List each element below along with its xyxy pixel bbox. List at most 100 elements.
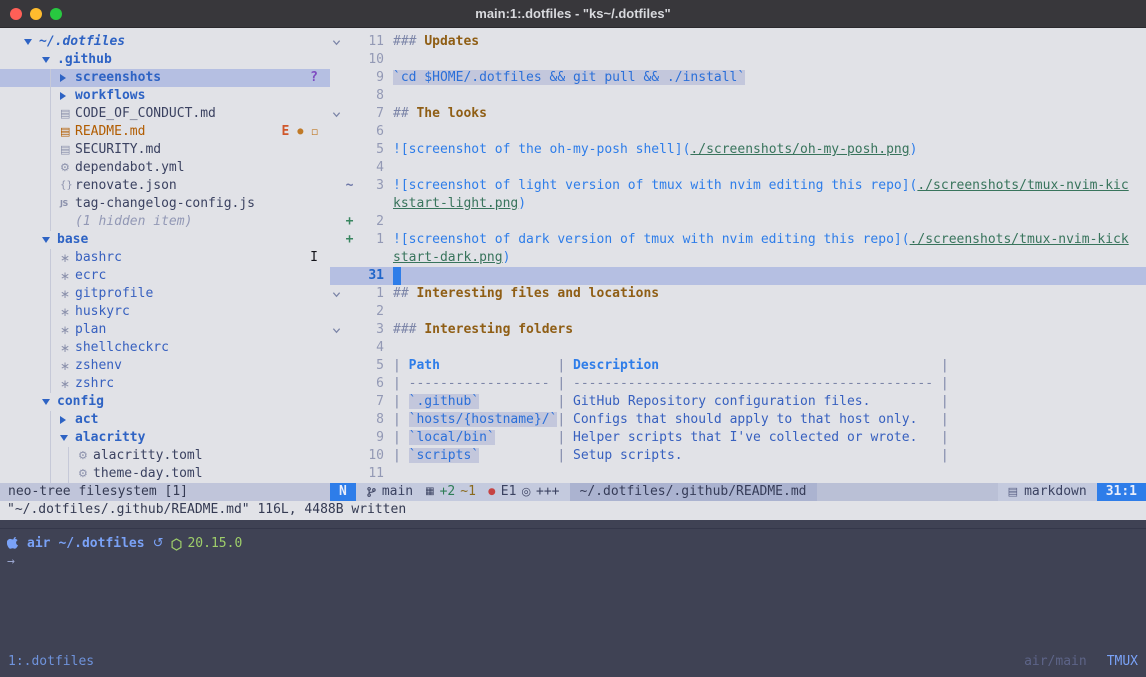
apple-icon xyxy=(7,537,19,551)
indent-guide xyxy=(68,447,69,483)
fold-column xyxy=(330,339,343,357)
tree-item-label: screenshots xyxy=(75,69,161,87)
tmux-session-name: air/main xyxy=(1024,652,1087,672)
syntax-p: | xyxy=(683,448,949,463)
editor-line[interactable]: 3### Interesting folders xyxy=(330,321,1146,339)
editor-line[interactable]: +1![screenshot of dark version of tmux w… xyxy=(330,231,1146,249)
shell-file-icon: ∗ xyxy=(60,321,75,339)
sign-column xyxy=(343,195,356,213)
syntax-p: | xyxy=(393,358,409,373)
syntax-p: | xyxy=(393,430,409,445)
indent-guide xyxy=(50,411,51,483)
toml-file-icon: ⚙ xyxy=(78,447,93,465)
editor-line[interactable]: 5| Path | Description | xyxy=(330,357,1146,375)
editor-text: | Path | Description | xyxy=(384,357,949,375)
syntax-u: ./screenshots/tmux-nvim-kick xyxy=(910,232,1129,247)
editor-line[interactable]: +2 xyxy=(330,213,1146,231)
editor-line[interactable]: 6| ------------------ | ----------------… xyxy=(330,375,1146,393)
sign-column xyxy=(343,303,356,321)
editor-text: ### Interesting folders xyxy=(384,321,573,339)
editor-line[interactable]: 9`cd $HOME/.dotfiles && git pull && ./in… xyxy=(330,69,1146,87)
toml-file-icon: ⚙ xyxy=(78,465,93,483)
editor-line[interactable]: 8| `hosts/{hostname}/`| Configs that sho… xyxy=(330,411,1146,429)
syntax-h: Interesting folders xyxy=(424,322,573,337)
tree-item-label: zshenv xyxy=(75,357,122,375)
editor-line[interactable]: 31 xyxy=(330,267,1146,285)
prompt-arrow[interactable]: → xyxy=(7,553,15,571)
fold-chevron-icon xyxy=(330,321,343,339)
shell-pane: air ~/.dotfiles ↺ 20.15.0 → 1:.dotfiles … xyxy=(0,520,1146,677)
fold-column xyxy=(330,213,343,231)
editor-text: | ------------------ | -----------------… xyxy=(384,375,949,393)
editor-line[interactable]: 6 xyxy=(330,123,1146,141)
folder-collapsed-icon xyxy=(60,92,75,100)
statusline-filepath: ~/.dotfiles/.github/README.md xyxy=(570,483,817,501)
diff-added: +2 xyxy=(440,483,456,501)
sign-column xyxy=(343,159,356,177)
editor-line[interactable]: 7| `.github` | GitHub Repository configu… xyxy=(330,393,1146,411)
editor-text xyxy=(384,123,393,141)
close-button[interactable] xyxy=(10,8,22,20)
statusline-info: main ▦ +2 ~1 ● E1 ◎ +++ xyxy=(356,483,570,501)
line-number xyxy=(356,249,384,267)
node-version: 20.15.0 xyxy=(187,535,242,553)
tree-item-github[interactable]: .github xyxy=(0,51,330,69)
sign-column xyxy=(343,465,356,483)
syntax-p: ## xyxy=(393,286,416,301)
sign-column xyxy=(343,267,356,285)
fold-column xyxy=(330,51,343,69)
editor-line[interactable]: ~3![screenshot of light version of tmux … xyxy=(330,177,1146,195)
editor-line[interactable]: 8 xyxy=(330,87,1146,105)
syntax-p: | xyxy=(917,412,948,427)
editor-buffer[interactable]: 11### Updates 10 9`cd $HOME/.dotfiles &&… xyxy=(330,33,1146,483)
editor-text: | `scripts` | Setup scripts. | xyxy=(384,447,949,465)
syntax-h: Updates xyxy=(424,34,479,49)
error-icon: ● xyxy=(488,483,496,501)
sign-column xyxy=(343,87,356,105)
tree-item-dotfiles[interactable]: ~/.dotfiles xyxy=(0,33,330,51)
syntax-p: | xyxy=(479,448,573,463)
folder-expanded-icon xyxy=(60,435,75,441)
syntax-c: `scripts` xyxy=(409,448,479,463)
fold-column xyxy=(330,177,343,195)
line-number: 7 xyxy=(356,105,384,123)
fold-column xyxy=(330,141,343,159)
fold-chevron-icon xyxy=(330,33,343,51)
editor-line[interactable]: 11### Updates xyxy=(330,33,1146,51)
syntax-l: ) xyxy=(518,196,526,211)
editor-line[interactable]: 7## The looks xyxy=(330,105,1146,123)
editor-line[interactable]: 4 xyxy=(330,339,1146,357)
syntax-u: start-dark.png xyxy=(393,250,503,265)
fold-column xyxy=(330,123,343,141)
editor-text: | `local/bin` | Helper scripts that I've… xyxy=(384,429,949,447)
editor-line[interactable]: 5![screenshot of the oh-my-posh shell](.… xyxy=(330,141,1146,159)
editor-line[interactable]: 10| `scripts` | Setup scripts. | xyxy=(330,447,1146,465)
editor-line[interactable]: 11 xyxy=(330,465,1146,483)
syntax-l: ) xyxy=(910,142,918,157)
tree-item-label: gitprofile xyxy=(75,285,153,303)
syntax-u: ./screenshots/oh-my-posh.png xyxy=(690,142,909,157)
tmux-window-item[interactable]: 1:.dotfiles xyxy=(8,652,94,672)
prompt-host: air xyxy=(27,535,50,553)
tree-item-base[interactable]: base xyxy=(0,231,330,249)
editor-line[interactable]: 1## Interesting files and locations xyxy=(330,285,1146,303)
fold-column xyxy=(330,249,343,267)
sign-column xyxy=(343,393,356,411)
syntax-p: ### xyxy=(393,34,424,49)
editor-line[interactable]: 10 xyxy=(330,51,1146,69)
fold-column xyxy=(330,303,343,321)
zoom-button[interactable] xyxy=(50,8,62,20)
minimize-button[interactable] xyxy=(30,8,42,20)
editor-line[interactable]: kstart-light.png) xyxy=(330,195,1146,213)
editor-line[interactable]: 9| `local/bin` | Helper scripts that I'v… xyxy=(330,429,1146,447)
modified-indicator: ● xyxy=(297,123,303,141)
fold-column xyxy=(330,195,343,213)
tree-item-config[interactable]: config xyxy=(0,393,330,411)
editor-line[interactable]: start-dark.png) xyxy=(330,249,1146,267)
tmux-pane-divider[interactable] xyxy=(0,528,1146,529)
editor-line[interactable]: 4 xyxy=(330,159,1146,177)
syntax-p: | xyxy=(393,412,409,427)
editor-line[interactable]: 2 xyxy=(330,303,1146,321)
git-sync-icon: ↺ xyxy=(153,535,164,553)
git-unstaged-icon: ◻ xyxy=(311,123,318,141)
